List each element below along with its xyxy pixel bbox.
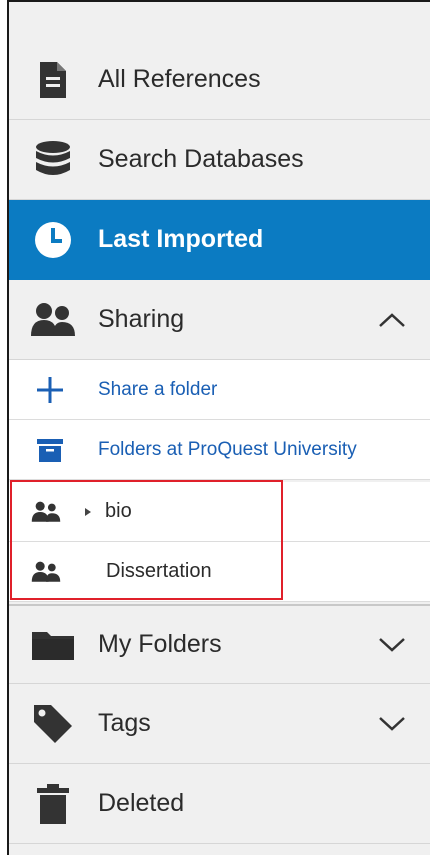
clock-icon	[31, 218, 75, 262]
database-icon	[31, 138, 75, 182]
shared-folder-label: Dissertation	[106, 560, 212, 582]
users-icon	[31, 298, 75, 342]
navigation-sidebar: All References Search Databases Last Imp…	[7, 0, 430, 855]
tag-icon	[31, 702, 75, 746]
nav-all-references[interactable]: All References	[9, 40, 430, 120]
nav-label: Sharing	[98, 305, 185, 333]
nav-my-folders[interactable]: My Folders	[9, 604, 430, 684]
nav-label: Deleted	[98, 789, 185, 817]
trash-icon	[31, 782, 75, 826]
users-icon	[28, 557, 64, 587]
shared-folder-label: bio	[105, 500, 132, 522]
nav-search-databases[interactable]: Search Databases	[9, 120, 430, 200]
nav-label: My Folders	[98, 630, 222, 658]
nav-last-imported[interactable]: Last Imported	[9, 200, 430, 280]
document-icon	[31, 58, 75, 102]
expand-caret-icon[interactable]	[83, 506, 93, 518]
shared-folder-bio[interactable]: bio	[9, 482, 430, 542]
shared-folder-dissertation[interactable]: Dissertation	[9, 542, 430, 602]
nav-deleted[interactable]: Deleted	[9, 764, 430, 844]
folder-icon	[31, 623, 75, 667]
nav-label: All References	[98, 65, 261, 93]
chevron-down-icon[interactable]	[377, 630, 407, 660]
nav-label: Last Imported	[98, 225, 264, 253]
folders-at-university-label: Folders at ProQuest University	[98, 438, 357, 460]
chevron-up-icon[interactable]	[377, 305, 407, 335]
plus-icon	[33, 373, 67, 407]
chevron-down-icon[interactable]	[377, 709, 407, 739]
archive-box-icon	[33, 433, 67, 467]
nav-tags[interactable]: Tags	[9, 684, 430, 764]
nav-next-item-partial	[9, 844, 430, 855]
folders-at-university-link[interactable]: Folders at ProQuest University	[9, 420, 430, 480]
nav-label: Search Databases	[98, 145, 304, 173]
nav-label: Tags	[98, 709, 151, 737]
users-icon	[28, 497, 64, 527]
share-folder-link[interactable]: Share a folder	[9, 360, 430, 420]
share-folder-label: Share a folder	[98, 378, 218, 400]
nav-sharing[interactable]: Sharing	[9, 280, 430, 360]
